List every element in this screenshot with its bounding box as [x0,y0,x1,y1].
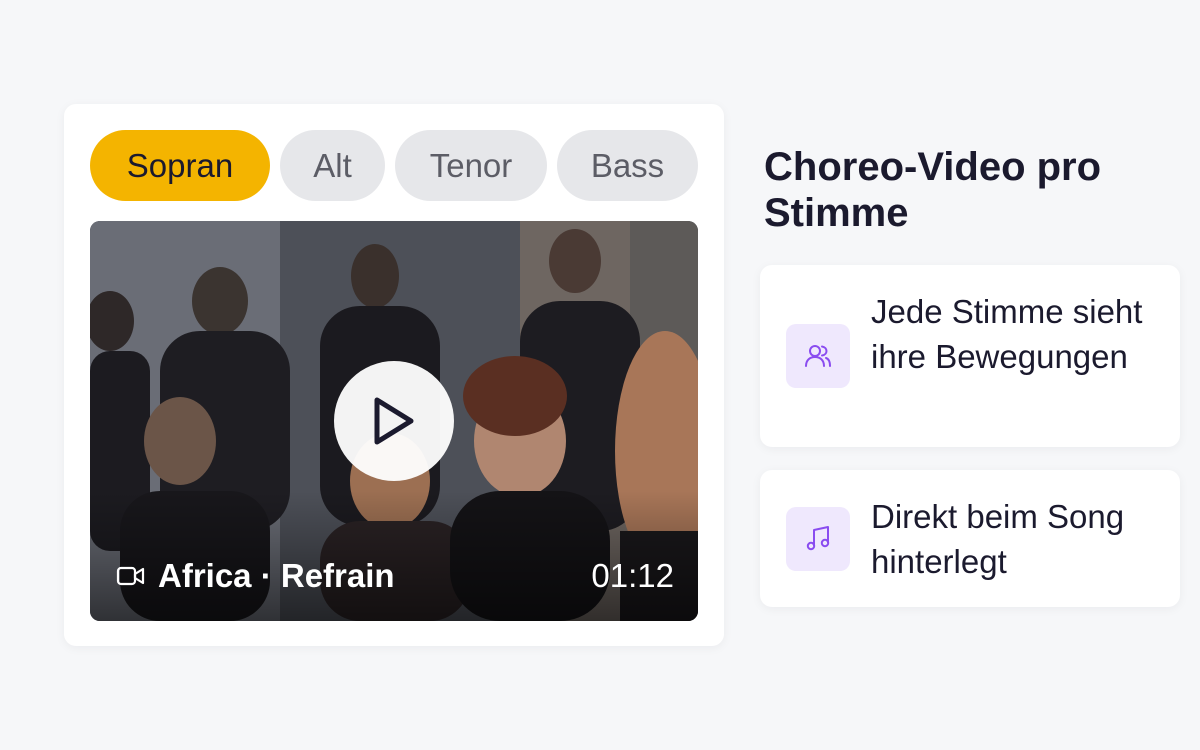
tab-sopran[interactable]: Sopran [90,130,270,201]
tab-bass[interactable]: Bass [557,130,698,201]
video-title: Africa · Refrain [158,557,395,594]
feature-card-movements: Jede Stimme sieht ihre Bewegungen [760,265,1180,447]
feature-card-song: Direkt beim Song hinterlegt [760,470,1180,607]
video-duration: 01:12 [591,557,674,594]
video-card: Sopran Alt Tenor Bass Africa · Refrain 0… [64,104,724,646]
music-note-icon [806,526,830,551]
feature-text: Direkt beim Song hinterlegt [871,498,1125,580]
tab-tenor[interactable]: Tenor [395,130,547,201]
users-icon-box [786,324,850,388]
play-button[interactable] [334,361,454,481]
feature-text: Jede Stimme sieht ihre Bewegungen [871,293,1143,375]
video-gradient-overlay [90,491,698,621]
video-caption: Africa · Refrain [116,557,395,595]
users-icon [805,345,831,367]
play-icon [374,397,414,445]
section-heading: Choreo-Video pro Stimme [764,145,1102,235]
video-player[interactable]: Africa · Refrain 01:12 [90,221,698,621]
tab-alt[interactable]: Alt [280,130,385,201]
music-icon-box [786,507,850,571]
video-camera-icon [116,566,145,586]
